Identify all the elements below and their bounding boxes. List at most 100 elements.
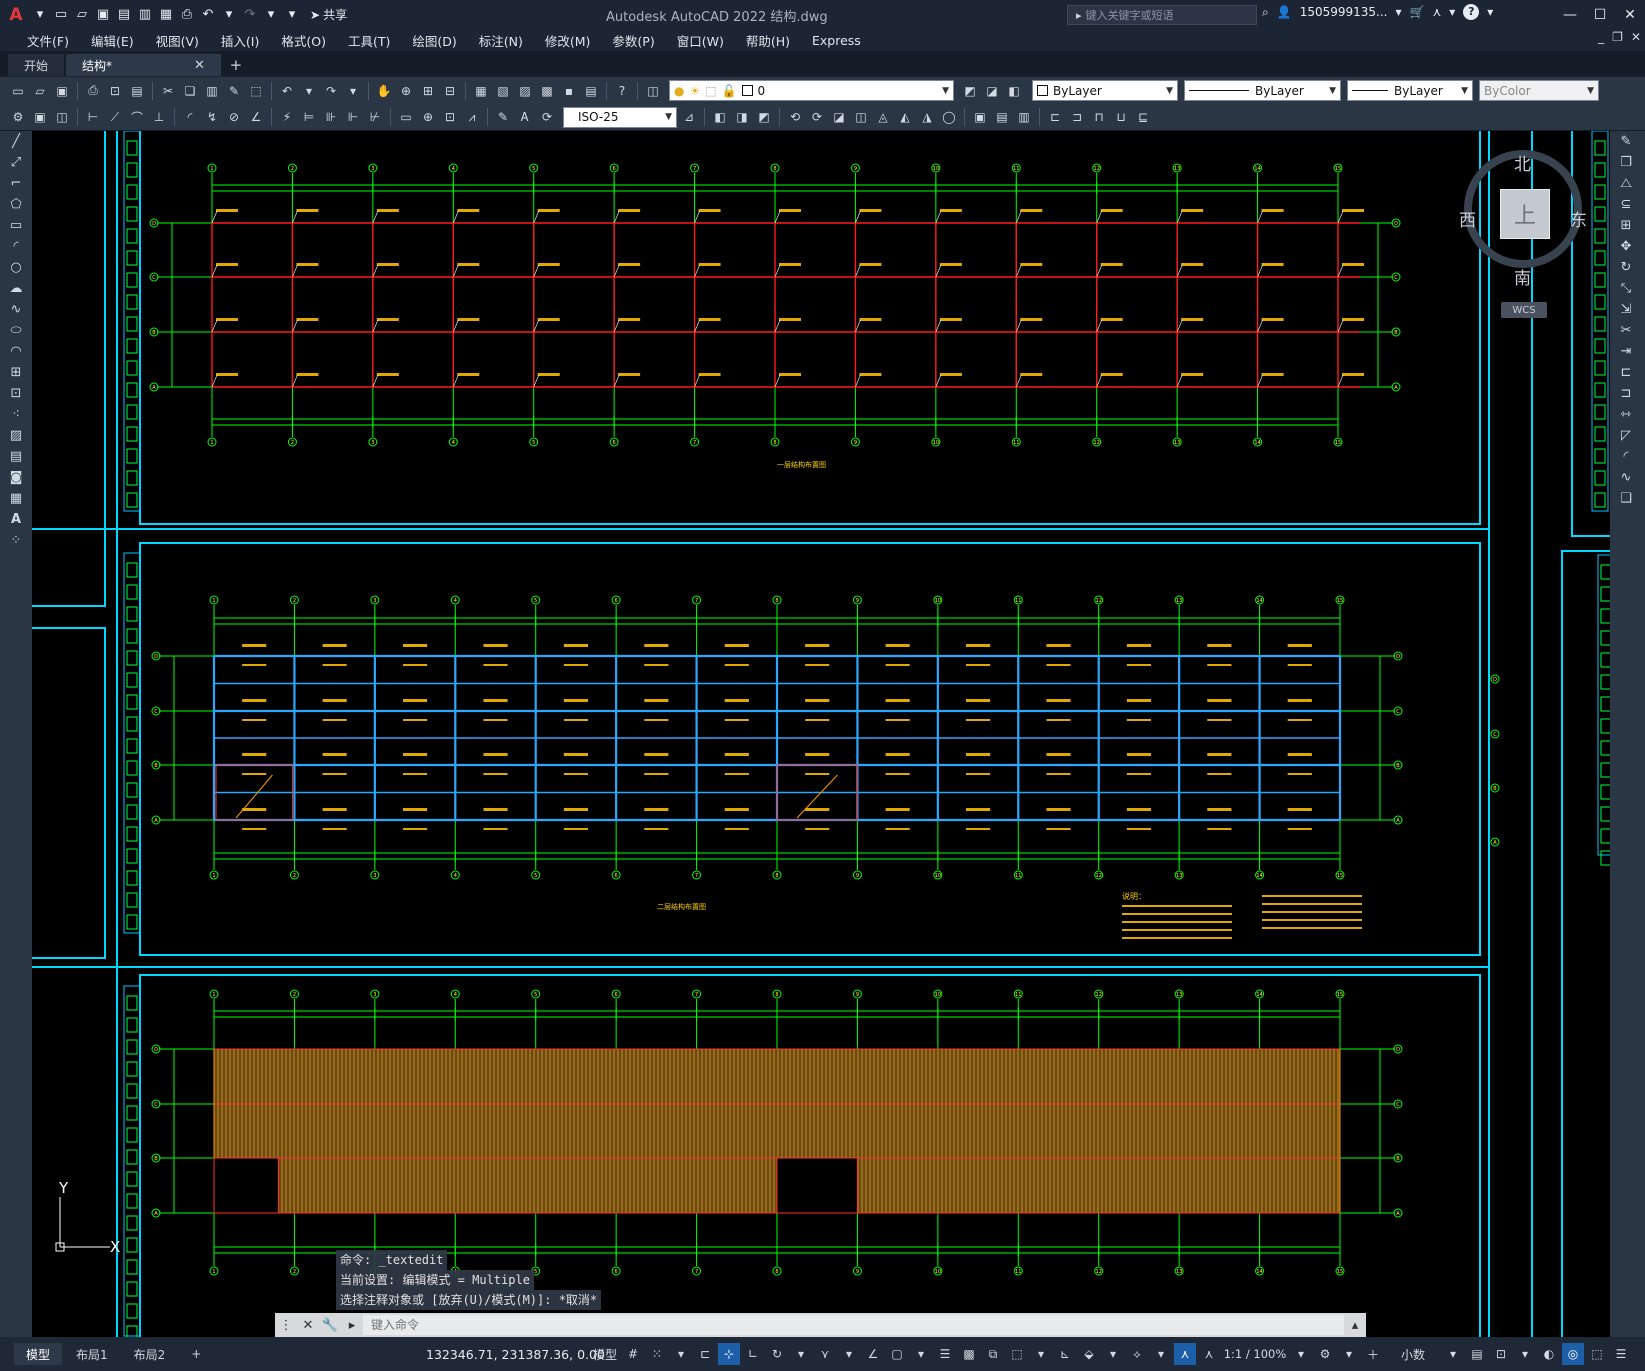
dim-break-icon[interactable]: ⊬ — [365, 107, 385, 127]
user-icon[interactable]: 👤 — [1277, 5, 1292, 19]
dynamic-input-icon[interactable]: ⊹ — [718, 1343, 740, 1365]
dynamic-ucs-icon[interactable]: ⊾ — [1054, 1343, 1076, 1365]
doc-restore-icon[interactable]: ❐ — [1612, 30, 1623, 44]
explode-icon[interactable]: ❏ — [1610, 488, 1642, 509]
hide-icon[interactable]: ◫ — [851, 107, 871, 127]
polar-icon[interactable]: ↻ — [766, 1343, 788, 1365]
command-input[interactable] — [363, 1315, 1344, 1335]
circle-icon[interactable]: ○ — [0, 257, 32, 278]
menu-window[interactable]: 窗口(W) — [666, 31, 735, 50]
isodraft-dropdown-icon[interactable]: ▾ — [838, 1343, 860, 1365]
break-point-icon[interactable]: ⊏ — [1610, 362, 1642, 383]
clean-screen-icon[interactable]: ⬚ — [1586, 1343, 1608, 1365]
viewcube-east[interactable]: 东 — [1570, 206, 1587, 231]
workspace-icon[interactable]: ⚙ — [8, 107, 28, 127]
3d-osnap-dropdown-icon[interactable]: ▾ — [1030, 1343, 1052, 1365]
polygon-icon[interactable]: ⬠ — [0, 194, 32, 215]
mesh-icon[interactable]: ▥ — [1014, 107, 1034, 127]
drawing-svg[interactable]: 1122334455667788991010111112121313141415… — [32, 131, 1610, 1337]
aligned-dim-icon[interactable]: ⟋ — [105, 107, 125, 127]
continue-dim-icon[interactable]: ⊪ — [321, 107, 341, 127]
linetype-dropdown[interactable]: ByLayer ▼ — [1184, 80, 1341, 101]
jogged-dim-icon[interactable]: ↯ — [202, 107, 222, 127]
layer-previous-icon[interactable]: ◪ — [982, 81, 1002, 101]
diameter-dim-icon[interactable]: ⊘ — [224, 107, 244, 127]
design-center-icon[interactable]: ▧ — [493, 81, 513, 101]
ellipse-arc-icon[interactable]: ◠ — [0, 341, 32, 362]
markup-icon[interactable]: ▪ — [559, 81, 579, 101]
plan-1[interactable]: 1122334455667788991010111112121313141415… — [149, 163, 1401, 447]
lock-ui-icon[interactable]: ⊡ — [1490, 1343, 1512, 1365]
menu-edit[interactable]: 编辑(E) — [80, 31, 145, 50]
model-space-label[interactable]: 模型 — [590, 1343, 620, 1365]
menu-insert[interactable]: 插入(I) — [210, 31, 270, 50]
save-icon[interactable]: ▣ — [94, 6, 112, 24]
undo-dropdown-icon[interactable]: ▾ — [220, 6, 238, 24]
light-icon[interactable]: ◯ — [939, 107, 959, 127]
linear-dim-icon[interactable]: ⊢ — [83, 107, 103, 127]
orbit-icon[interactable]: ⟲ — [785, 107, 805, 127]
radius-dim-icon[interactable]: ◜ — [180, 107, 200, 127]
menu-view[interactable]: 视图(V) — [145, 31, 210, 50]
layout-tab-model[interactable]: 模型 — [14, 1343, 63, 1365]
extend-icon[interactable]: ⇥ — [1610, 341, 1642, 362]
close-button[interactable]: ✕ — [1615, 0, 1645, 29]
search-box[interactable]: ▸ 键入关键字或短语 — [1067, 5, 1257, 25]
view-back-icon[interactable]: ◨ — [732, 107, 752, 127]
ucs-icon[interactable]: ⊏ — [1045, 107, 1065, 127]
hardware-acceleration-icon[interactable]: ◎ — [1562, 1343, 1584, 1365]
make-block-icon[interactable]: ⊡ — [0, 383, 32, 404]
units-label[interactable]: 小数 — [1386, 1343, 1440, 1365]
zoom-window-icon[interactable]: ⊞ — [418, 81, 438, 101]
plot-preview-icon[interactable]: ⊡ — [105, 81, 125, 101]
mirror-icon[interactable]: ⧍ — [1610, 173, 1642, 194]
table-icon[interactable]: ▦ — [0, 488, 32, 509]
help-icon[interactable]: ? — [612, 81, 632, 101]
erase-icon[interactable]: ✎ — [1610, 131, 1642, 152]
apps-dropdown-icon[interactable]: ▾ — [1449, 5, 1455, 19]
annotation-scale[interactable]: 1:1 / 100% — [1222, 1343, 1288, 1365]
tool-palettes-icon[interactable]: ▨ — [515, 81, 535, 101]
layer-properties-icon[interactable]: ◫ — [643, 81, 663, 101]
new-icon[interactable]: ▭ — [52, 6, 70, 24]
share-button[interactable]: ➤ 共享 — [310, 6, 347, 23]
help-dropdown-icon[interactable]: ▾ — [1487, 5, 1493, 19]
region-icon[interactable]: ◙ — [0, 467, 32, 488]
tab-structure[interactable]: 结构* ✕ — [66, 54, 221, 76]
maximize-button[interactable]: ☐ — [1585, 0, 1615, 29]
solid-box-icon[interactable]: ▣ — [970, 107, 990, 127]
chamfer-icon[interactable]: ◸ — [1610, 425, 1642, 446]
cursor-coordinates[interactable]: 132346.71, 231387.36, 0.00 — [426, 1347, 605, 1362]
snap-dropdown-icon[interactable]: ▾ — [670, 1343, 692, 1365]
osnap-dropdown-icon[interactable]: ▾ — [910, 1343, 932, 1365]
menu-draw[interactable]: 绘图(D) — [401, 31, 467, 50]
redo-icon[interactable]: ↷ — [241, 6, 259, 24]
open-icon[interactable]: ▱ — [73, 6, 91, 24]
gizmo-icon[interactable]: ⟡ — [1126, 1343, 1148, 1365]
camera-icon[interactable]: ◪ — [829, 107, 849, 127]
insert-block-icon[interactable]: ⊞ — [0, 362, 32, 383]
save-icon[interactable]: ▣ — [52, 81, 72, 101]
view-front-icon[interactable]: ◧ — [710, 107, 730, 127]
plot-icon[interactable]: ▦ — [157, 6, 175, 24]
workspace-gear-icon[interactable]: ⚙ — [1314, 1343, 1336, 1365]
new-icon[interactable]: ▭ — [8, 81, 28, 101]
zoom-previous-icon[interactable]: ⊟ — [440, 81, 460, 101]
angular-dim-icon[interactable]: ∠ — [246, 107, 266, 127]
auto-scale-icon[interactable]: ⋏ — [1198, 1343, 1220, 1365]
undo-icon[interactable]: ↶ — [277, 81, 297, 101]
menu-dimension[interactable]: 标注(N) — [468, 31, 534, 50]
menu-parametric[interactable]: 参数(P) — [601, 31, 665, 50]
web-icon[interactable]: ▥ — [136, 6, 154, 24]
inspect-icon[interactable]: ⊡ — [440, 107, 460, 127]
workspace-dropdown-icon[interactable]: ▾ — [1338, 1343, 1360, 1365]
lock-ui-dropdown-icon[interactable]: ▾ — [1514, 1343, 1536, 1365]
lineweight-dropdown[interactable]: ByLayer ▼ — [1347, 80, 1473, 101]
rectangle-icon[interactable]: ▭ — [0, 215, 32, 236]
dim-edit-icon[interactable]: ✎ — [493, 107, 513, 127]
cart-icon[interactable]: 🛒 — [1410, 5, 1425, 19]
polyline-icon[interactable]: ⌐ — [0, 173, 32, 194]
stretch-icon[interactable]: ⇲ — [1610, 299, 1642, 320]
layers-icon[interactable]: ◫ — [52, 107, 72, 127]
minimize-button[interactable]: — — [1555, 0, 1585, 29]
